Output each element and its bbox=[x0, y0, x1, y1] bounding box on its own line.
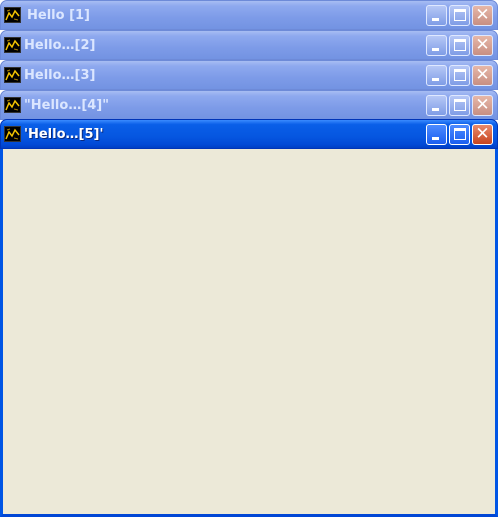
minimize-button[interactable] bbox=[426, 5, 447, 26]
maximize-button[interactable] bbox=[449, 35, 470, 56]
maximize-button[interactable] bbox=[449, 5, 470, 26]
maximize-icon bbox=[454, 69, 466, 81]
window-title: Hello…[3] bbox=[24, 68, 96, 83]
app-icon[interactable] bbox=[4, 126, 21, 142]
maximize-icon bbox=[454, 9, 466, 21]
app-icon[interactable] bbox=[4, 7, 21, 23]
maximize-button[interactable] bbox=[449, 95, 470, 116]
window-title: 'Hello…[5]' bbox=[24, 127, 104, 142]
titlebar[interactable]: "Hello…[4]" ✕ bbox=[0, 90, 498, 120]
minimize-icon bbox=[432, 78, 439, 81]
maximize-icon bbox=[454, 39, 466, 51]
titlebar[interactable]: Hello…[2] ✕ bbox=[0, 30, 498, 60]
minimize-button[interactable] bbox=[426, 95, 447, 116]
close-button[interactable]: ✕ bbox=[472, 35, 493, 56]
titlebar[interactable]: 'Hello…[5]' ✕ bbox=[0, 119, 498, 149]
minimize-icon bbox=[432, 18, 439, 21]
window-title: Hello…[2] bbox=[24, 38, 96, 53]
minimize-button[interactable] bbox=[426, 65, 447, 86]
maximize-icon bbox=[454, 99, 466, 111]
close-button[interactable]: ✕ bbox=[472, 65, 493, 86]
close-button[interactable]: ✕ bbox=[472, 124, 493, 145]
app-icon[interactable] bbox=[4, 97, 21, 113]
minimize-icon bbox=[432, 108, 439, 111]
titlebar[interactable]: Hello [1] ✕ bbox=[0, 0, 498, 30]
close-icon: ✕ bbox=[475, 5, 490, 25]
minimize-icon bbox=[432, 137, 439, 140]
maximize-button[interactable] bbox=[449, 65, 470, 86]
maximize-button[interactable] bbox=[449, 124, 470, 145]
minimize-button[interactable] bbox=[426, 35, 447, 56]
close-button[interactable]: ✕ bbox=[472, 95, 493, 116]
titlebar[interactable]: Hello…[3] ✕ bbox=[0, 60, 498, 90]
minimize-button[interactable] bbox=[426, 124, 447, 145]
minimize-icon bbox=[432, 48, 439, 51]
close-icon: ✕ bbox=[475, 65, 490, 85]
maximize-icon bbox=[454, 128, 466, 140]
window-title: "Hello…[4]" bbox=[24, 98, 110, 113]
window-title: Hello [1] bbox=[27, 8, 90, 23]
app-icon[interactable] bbox=[4, 37, 21, 53]
window-client-area[interactable] bbox=[0, 149, 498, 517]
close-icon: ✕ bbox=[475, 35, 490, 55]
close-icon: ✕ bbox=[475, 95, 490, 115]
app-icon[interactable] bbox=[4, 67, 21, 83]
close-button[interactable]: ✕ bbox=[472, 5, 493, 26]
close-icon: ✕ bbox=[475, 124, 490, 144]
